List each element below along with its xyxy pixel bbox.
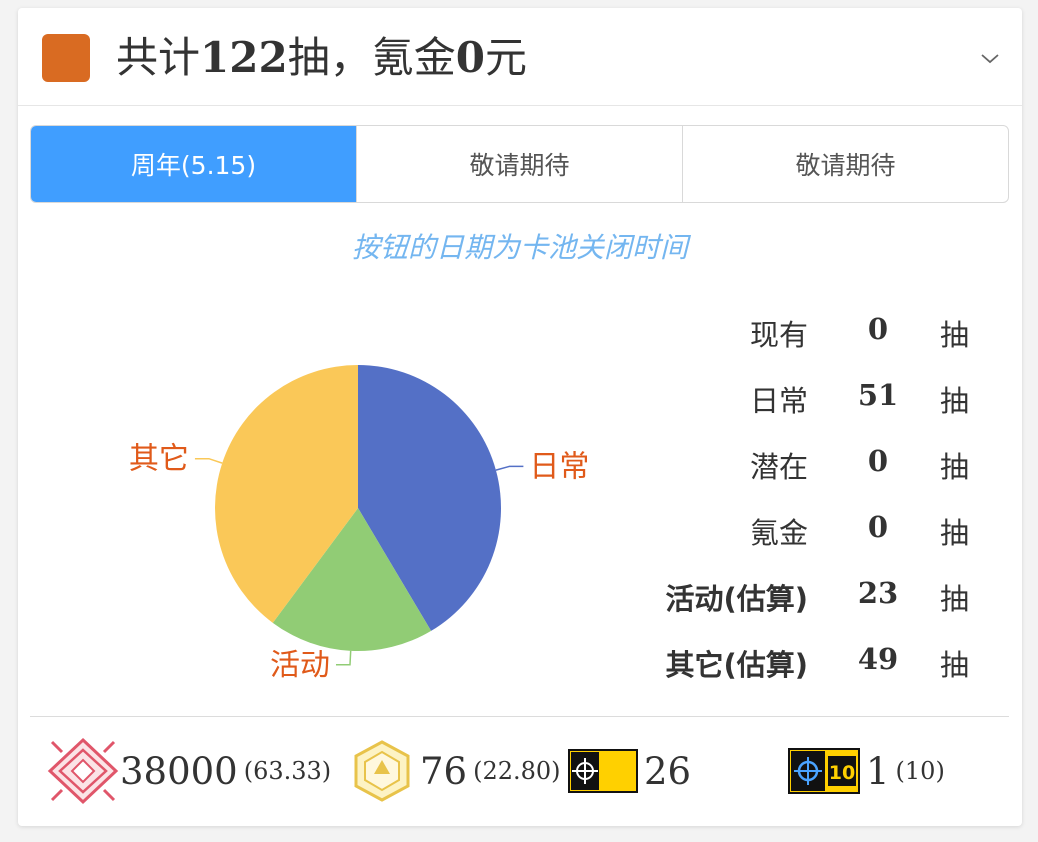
- title-middle: 抽，氪金: [287, 33, 456, 82]
- stat-value: 49: [857, 642, 899, 676]
- color-swatch: [42, 34, 90, 82]
- total-spend: 0: [455, 33, 485, 82]
- resource-amount: 1: [866, 749, 890, 793]
- stat-label: 现有: [749, 318, 808, 352]
- stat-row-events: 活动(估算) 23 抽: [638, 562, 998, 628]
- stat-row-others: 其它(估算) 49 抽: [638, 628, 998, 694]
- summary-card: 共计122抽，氪金0元 周年(5.15) 敬请期待 敬请期待 按钮的日期为卡池关…: [18, 8, 1022, 826]
- resource-amount: 76: [420, 749, 468, 793]
- stat-value: 23: [857, 576, 899, 610]
- chevron-down-icon[interactable]: [978, 46, 1002, 70]
- resource-note: (10): [895, 757, 945, 785]
- pie-label-line-1: [335, 650, 352, 666]
- stat-unit: 抽: [940, 516, 970, 550]
- stat-row-paid: 氪金 0 抽: [638, 496, 998, 562]
- stat-unit: 抽: [940, 384, 970, 418]
- stat-value: 0: [867, 510, 889, 544]
- originite-prime-icon: [354, 740, 410, 802]
- resource-amount: 26: [644, 749, 692, 793]
- stat-label: 其它(估算): [665, 648, 808, 682]
- stat-unit: 抽: [940, 450, 970, 484]
- close-date-note: 按钮的日期为卡池关闭时间: [351, 231, 688, 264]
- title-suffix: 元: [484, 33, 527, 82]
- summary-header[interactable]: 共计122抽，氪金0元: [18, 8, 1022, 106]
- stat-unit: 抽: [940, 318, 970, 352]
- title-prefix: 共计: [116, 33, 201, 82]
- stat-unit: 抽: [940, 582, 970, 616]
- pie-label-line-2: [194, 457, 223, 464]
- stat-label: 氪金: [749, 516, 808, 550]
- resource-headhunting-permit: 26: [568, 736, 691, 806]
- pool-tabs: 周年(5.15) 敬请期待 敬请期待: [30, 125, 1009, 203]
- resource-orundum: 38000 (63.33): [46, 736, 331, 806]
- resource-amount: 38000: [120, 749, 238, 793]
- stat-value: 51: [857, 378, 899, 412]
- pie-label-0: 日常: [529, 449, 589, 484]
- resource-originite-prime: 76 (22.80): [350, 736, 561, 806]
- stat-label: 日常: [749, 384, 808, 418]
- resource-ten-roll-permit: 10 1 (10): [788, 736, 945, 806]
- pie-label-1: 活动: [270, 648, 330, 683]
- stat-value: 0: [867, 444, 889, 478]
- pulls-pie-chart: 日常活动 其它: [129, 365, 589, 683]
- stat-label: 潜在: [749, 450, 808, 484]
- pie-label-line-0: [495, 465, 524, 471]
- stat-value: 0: [867, 312, 889, 346]
- tab-anniversary[interactable]: 周年(5.15): [31, 126, 356, 202]
- headhunting-permit-icon: [568, 749, 638, 793]
- pie-label-2: 其它: [129, 442, 189, 477]
- divider: [30, 716, 1009, 717]
- resource-note: (22.80): [473, 757, 561, 785]
- stat-row-potential: 潜在 0 抽: [638, 430, 998, 496]
- ten-badge: 10: [829, 762, 855, 784]
- stat-row-daily: 日常 51 抽: [638, 364, 998, 430]
- summary-title: 共计122抽，氪金0元: [116, 30, 527, 86]
- total-pulls: 122: [200, 33, 288, 82]
- resource-note: (63.33): [243, 757, 332, 785]
- tab-coming-soon-2[interactable]: 敬请期待: [682, 126, 1008, 202]
- ten-roll-permit-icon: 10: [788, 748, 860, 794]
- stat-label: 活动(估算): [665, 582, 808, 616]
- stat-unit: 抽: [940, 648, 970, 682]
- stat-row-current: 现有 0 抽: [638, 298, 998, 364]
- tab-coming-soon-1[interactable]: 敬请期待: [356, 126, 682, 202]
- orundum-icon: [47, 737, 119, 805]
- stats-table: 现有 0 抽 日常 51 抽 潜在 0 抽 氪金 0 抽 活动(估算) 23 抽…: [638, 298, 998, 694]
